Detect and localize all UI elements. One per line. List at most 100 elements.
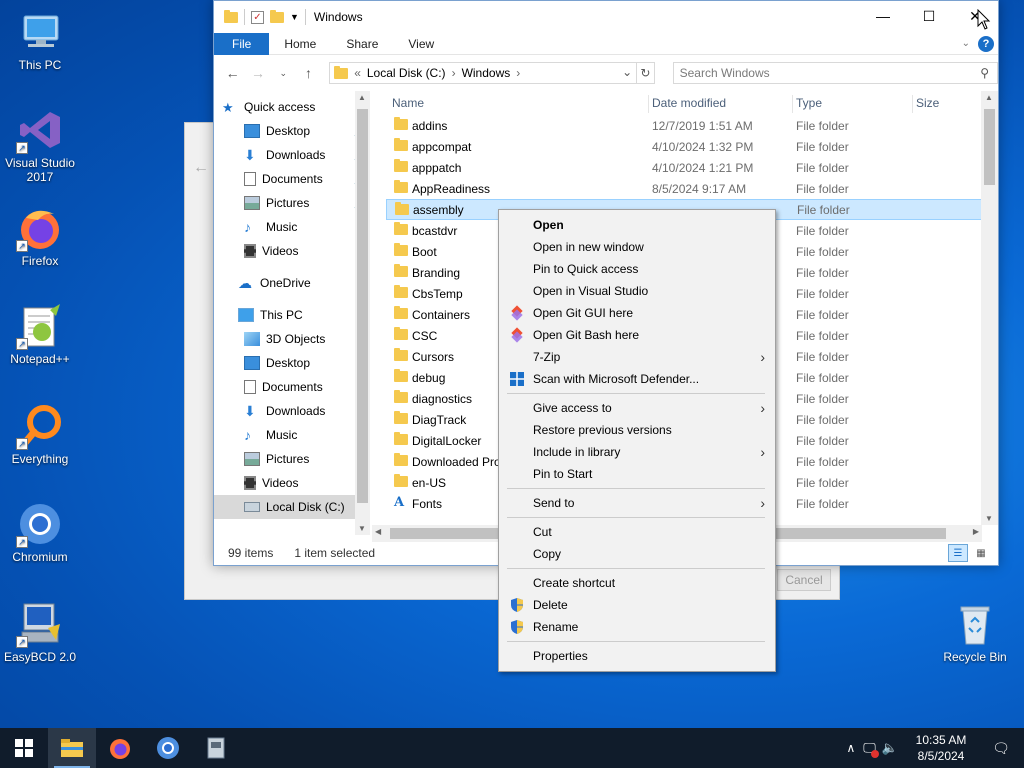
menu-item-rename[interactable]: Rename xyxy=(499,616,775,638)
desktop-icon-notepadpp[interactable]: ↗ Notepad++ xyxy=(2,302,78,366)
clock[interactable]: 10:35 AM 8/5/2024 xyxy=(904,732,978,764)
nav-item-downloads-pc[interactable]: ⬇ Downloads xyxy=(214,399,370,423)
volume-icon[interactable]: 🔈 xyxy=(882,740,898,756)
tab-share[interactable]: Share xyxy=(331,33,393,55)
tab-file[interactable]: File xyxy=(214,32,270,55)
tab-view[interactable]: View xyxy=(393,33,449,55)
up-button[interactable]: ↑ xyxy=(298,65,319,81)
file-row[interactable]: AppReadiness 8/5/2024 9:17 AM File folder xyxy=(386,178,984,199)
nav-item-desktop[interactable]: Desktop 📌 xyxy=(214,119,370,143)
help-icon[interactable]: ? xyxy=(978,35,994,52)
properties-checkbox-icon[interactable]: ✓ xyxy=(251,10,264,24)
address-dropdown-icon[interactable]: ⌄ xyxy=(622,65,632,79)
scrollbar-thumb[interactable] xyxy=(357,109,368,503)
nav-item-videos-pc[interactable]: Videos xyxy=(214,471,370,495)
nav-item-local-disk[interactable]: Local Disk (C:) xyxy=(214,495,370,519)
cancel-button[interactable]: Cancel xyxy=(777,569,831,591)
nav-scrollbar[interactable]: ▲ ▼ xyxy=(355,91,370,535)
maximize-button[interactable]: ☐ xyxy=(906,1,952,31)
expand-ribbon-icon[interactable]: ⌄ xyxy=(962,38,970,49)
desktop-icon-firefox[interactable]: ↗ Firefox xyxy=(2,204,78,268)
recent-locations-icon[interactable]: ⌄ xyxy=(273,68,294,79)
details-view-icon[interactable]: ☰ xyxy=(948,544,968,562)
back-arrow-icon[interactable]: ← xyxy=(193,159,209,177)
column-date-modified[interactable]: Date modified xyxy=(652,96,726,110)
menu-item-copy[interactable]: Copy xyxy=(499,543,775,565)
menu-item-delete[interactable]: Delete xyxy=(499,594,775,616)
nav-item-documents[interactable]: Documents 📌 xyxy=(214,167,370,191)
large-icons-view-icon[interactable]: ▦ xyxy=(972,544,990,562)
back-button[interactable]: ← xyxy=(222,65,243,81)
menu-item-open-git-gui-here[interactable]: Open Git GUI here xyxy=(499,302,775,324)
file-row[interactable]: apppatch 4/10/2024 1:21 PM File folder xyxy=(386,157,984,178)
menu-item-open-in-new-window[interactable]: Open in new window xyxy=(499,236,775,258)
menu-item-cut[interactable]: Cut xyxy=(499,521,775,543)
scroll-up-icon[interactable]: ▲ xyxy=(985,93,993,102)
show-hidden-icons[interactable]: ∧ xyxy=(846,741,855,755)
menu-item-open-in-visual-studio[interactable]: Open in Visual Studio xyxy=(499,280,775,302)
scroll-up-icon[interactable]: ▲ xyxy=(358,93,366,102)
desktop-icon-this-pc[interactable]: This PC xyxy=(2,8,78,72)
menu-item-scan-with-microsoft-defender[interactable]: Scan with Microsoft Defender... xyxy=(499,368,775,390)
file-row[interactable]: appcompat 4/10/2024 1:32 PM File folder xyxy=(386,136,984,157)
scroll-right-icon[interactable]: ▶ xyxy=(973,527,979,536)
nav-onedrive[interactable]: ☁ OneDrive xyxy=(214,271,370,295)
network-icon[interactable]: 🖵 xyxy=(863,740,879,758)
nav-item-downloads[interactable]: ⬇ Downloads 📌 xyxy=(214,143,370,167)
nav-item-videos[interactable]: Videos xyxy=(214,239,370,263)
customize-toolbar-icon[interactable]: ▼ xyxy=(290,12,299,22)
taskbar-app[interactable] xyxy=(192,728,240,768)
nav-item-pictures-pc[interactable]: Pictures xyxy=(214,447,370,471)
menu-item-properties[interactable]: Properties xyxy=(499,645,775,667)
scrollbar-thumb[interactable] xyxy=(984,109,995,185)
desktop-icon-easybcd[interactable]: ↗ EasyBCD 2.0 xyxy=(2,600,78,664)
breadcrumb-local-disk[interactable]: Local Disk (C:) xyxy=(367,66,446,80)
menu-item-open-git-bash-here[interactable]: Open Git Bash here xyxy=(499,324,775,346)
menu-item-7-zip[interactable]: 7-Zip › xyxy=(499,346,775,368)
menu-item-open[interactable]: Open xyxy=(499,214,775,236)
address-overflow[interactable]: « xyxy=(354,66,361,80)
file-list-scrollbar[interactable]: ▲ ▼ xyxy=(981,91,998,525)
menu-item-pin-to-start[interactable]: Pin to Start xyxy=(499,463,775,485)
desktop-icon-visual-studio[interactable]: ↗ Visual Studio 2017 xyxy=(2,106,78,184)
menu-item-send-to[interactable]: Send to › xyxy=(499,492,775,514)
scroll-down-icon[interactable]: ▼ xyxy=(985,514,993,523)
forward-button[interactable]: → xyxy=(247,65,268,81)
scroll-down-icon[interactable]: ▼ xyxy=(358,524,366,533)
menu-item-pin-to-quick-access[interactable]: Pin to Quick access xyxy=(499,258,775,280)
menu-item-create-shortcut[interactable]: Create shortcut xyxy=(499,572,775,594)
start-button[interactable] xyxy=(0,728,48,768)
nav-item-documents-pc[interactable]: Documents xyxy=(214,375,370,399)
nav-item-3d-objects[interactable]: 3D Objects xyxy=(214,327,370,351)
desktop-icon-everything[interactable]: ↗ Everything xyxy=(2,402,78,466)
address-bar[interactable]: « Local Disk (C:) › Windows › ⌄ xyxy=(329,62,638,84)
file-row[interactable]: addins 12/7/2019 1:51 AM File folder xyxy=(386,115,984,136)
search-input[interactable]: Search Windows ⚲ xyxy=(672,62,999,84)
menu-item-give-access-to[interactable]: Give access to › xyxy=(499,397,775,419)
close-button[interactable]: ✕ xyxy=(952,1,998,31)
new-folder-icon[interactable] xyxy=(270,9,284,23)
notifications-icon[interactable]: 🗨 xyxy=(978,740,1024,757)
nav-this-pc[interactable]: This PC xyxy=(214,303,370,327)
taskbar-firefox[interactable] xyxy=(96,728,144,768)
nav-item-music[interactable]: ♪ Music xyxy=(214,215,370,239)
column-type[interactable]: Type xyxy=(796,96,822,110)
minimize-button[interactable]: — xyxy=(860,1,906,31)
breadcrumb-windows[interactable]: Windows xyxy=(462,66,511,80)
download-icon: ⬇ xyxy=(244,403,256,419)
nav-item-pictures[interactable]: Pictures 📌 xyxy=(214,191,370,215)
taskbar-file-explorer[interactable] xyxy=(48,728,96,768)
refresh-icon[interactable]: ↻ xyxy=(637,62,655,84)
menu-item-include-in-library[interactable]: Include in library › xyxy=(499,441,775,463)
desktop-icon-chromium[interactable]: ↗ Chromium xyxy=(2,500,78,564)
nav-quick-access[interactable]: ★ Quick access xyxy=(214,95,370,119)
column-name[interactable]: Name xyxy=(392,96,424,110)
taskbar-chromium[interactable] xyxy=(144,728,192,768)
tab-home[interactable]: Home xyxy=(269,33,331,55)
nav-item-music-pc[interactable]: ♪ Music xyxy=(214,423,370,447)
column-size[interactable]: Size xyxy=(916,96,939,110)
desktop-icon-recycle-bin[interactable]: Recycle Bin xyxy=(937,600,1013,664)
scroll-left-icon[interactable]: ◀ xyxy=(375,527,381,536)
nav-item-desktop-pc[interactable]: Desktop xyxy=(214,351,370,375)
menu-item-restore-previous-versions[interactable]: Restore previous versions xyxy=(499,419,775,441)
